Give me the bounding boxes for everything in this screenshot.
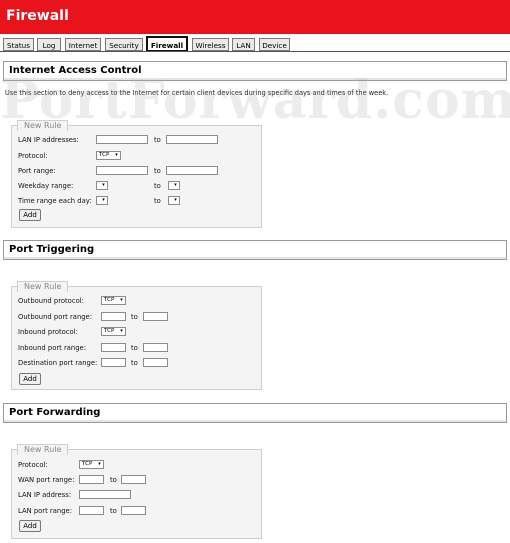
chevron-down-icon: ▾ [102, 182, 105, 188]
section-title: Internet Access Control [9, 65, 142, 76]
tab-internet[interactable]: Internet [65, 38, 101, 51]
to-label: to [110, 476, 117, 484]
section-port-triggering: Port Triggering [3, 240, 507, 260]
lan-port-range-label: LAN port range: [18, 507, 72, 515]
weekday-end-select[interactable]: ▾ [168, 181, 180, 190]
destination-port-range-label: Destination port range: [18, 359, 98, 367]
tab-device[interactable]: Device [259, 38, 290, 51]
to-label: to [131, 313, 138, 321]
inbound-port-end-input[interactable] [143, 343, 168, 352]
add-trigger-button[interactable]: Add [19, 373, 41, 385]
pt-legend: New Rule [17, 281, 69, 292]
inbound-port-range-label: Inbound port range: [18, 344, 87, 352]
tab-wireless[interactable]: Wireless [192, 38, 229, 51]
section-title: Port Triggering [9, 244, 95, 255]
lan-ip-label: LAN IP addresses: [18, 136, 79, 144]
lan-ip-address-input[interactable] [79, 490, 131, 499]
header-bar: Firewall [0, 0, 510, 34]
protocol-label: Protocol: [18, 152, 48, 160]
iac-legend: New Rule [17, 120, 69, 131]
time-range-label: Time range each day: [18, 197, 92, 205]
outbound-protocol-select[interactable]: TCP ▾ [101, 296, 126, 305]
to-label: to [154, 197, 161, 205]
weekday-range-label: Weekday range: [18, 182, 74, 190]
tab-status[interactable]: Status [3, 38, 34, 51]
section-title: Port Forwarding [9, 407, 101, 418]
destination-port-start-input[interactable] [101, 358, 126, 367]
inbound-protocol-value: TCP [104, 328, 115, 334]
add-rule-button[interactable]: Add [19, 209, 41, 221]
wan-port-end-input[interactable] [121, 475, 146, 484]
lan-port-start-input[interactable] [79, 506, 104, 515]
section-port-forwarding: Port Forwarding [3, 403, 507, 423]
chevron-down-icon: ▾ [120, 297, 123, 303]
wan-port-range-label: WAN port range: [18, 476, 75, 484]
tab-divider [0, 51, 510, 52]
wan-port-start-input[interactable] [79, 475, 104, 484]
weekday-start-select[interactable]: ▾ [96, 181, 108, 190]
tab-firewall[interactable]: Firewall [146, 36, 188, 52]
tab-security[interactable]: Security [105, 38, 143, 51]
chevron-down-icon: ▾ [115, 152, 118, 158]
tab-lan[interactable]: LAN [232, 38, 255, 51]
section-internet-access-control: Internet Access Control [3, 61, 507, 81]
section-description: Use this section to deny access to the I… [5, 89, 389, 97]
outbound-protocol-label: Outbound protocol: [18, 297, 84, 305]
time-start-select[interactable]: ▾ [96, 196, 108, 205]
port-range-label: Port range: [18, 167, 56, 175]
lan-ip-end-input[interactable] [166, 135, 218, 144]
chevron-down-icon: ▾ [102, 197, 105, 203]
destination-port-end-input[interactable] [143, 358, 168, 367]
pf-legend: New Rule [17, 444, 69, 455]
port-range-start-input[interactable] [96, 166, 148, 175]
page-title: Firewall [6, 8, 69, 24]
protocol-select[interactable]: TCP ▾ [96, 151, 121, 160]
outbound-protocol-value: TCP [104, 297, 115, 303]
outbound-port-range-label: Outbound port range: [18, 313, 93, 321]
lan-ip-address-label: LAN IP address: [18, 491, 72, 499]
to-label: to [131, 344, 138, 352]
time-end-select[interactable]: ▾ [168, 196, 180, 205]
inbound-protocol-label: Inbound protocol: [18, 328, 78, 336]
port-range-end-input[interactable] [166, 166, 218, 175]
inbound-port-start-input[interactable] [101, 343, 126, 352]
lan-port-end-input[interactable] [121, 506, 146, 515]
pf-protocol-value: TCP [82, 461, 93, 467]
chevron-down-icon: ▾ [120, 328, 123, 334]
outbound-port-start-input[interactable] [101, 312, 126, 321]
tab-log[interactable]: Log [37, 38, 61, 51]
to-label: to [131, 359, 138, 367]
lan-ip-start-input[interactable] [96, 135, 148, 144]
to-label: to [154, 136, 161, 144]
to-label: to [154, 167, 161, 175]
protocol-value: TCP [99, 152, 110, 158]
chevron-down-icon: ▾ [174, 182, 177, 188]
chevron-down-icon: ▾ [98, 461, 101, 467]
to-label: to [154, 182, 161, 190]
pf-protocol-select[interactable]: TCP ▾ [79, 460, 104, 469]
outbound-port-end-input[interactable] [143, 312, 168, 321]
add-forward-button[interactable]: Add [19, 520, 41, 532]
chevron-down-icon: ▾ [174, 197, 177, 203]
inbound-protocol-select[interactable]: TCP ▾ [101, 327, 126, 336]
pf-protocol-label: Protocol: [18, 461, 48, 469]
to-label: to [110, 507, 117, 515]
